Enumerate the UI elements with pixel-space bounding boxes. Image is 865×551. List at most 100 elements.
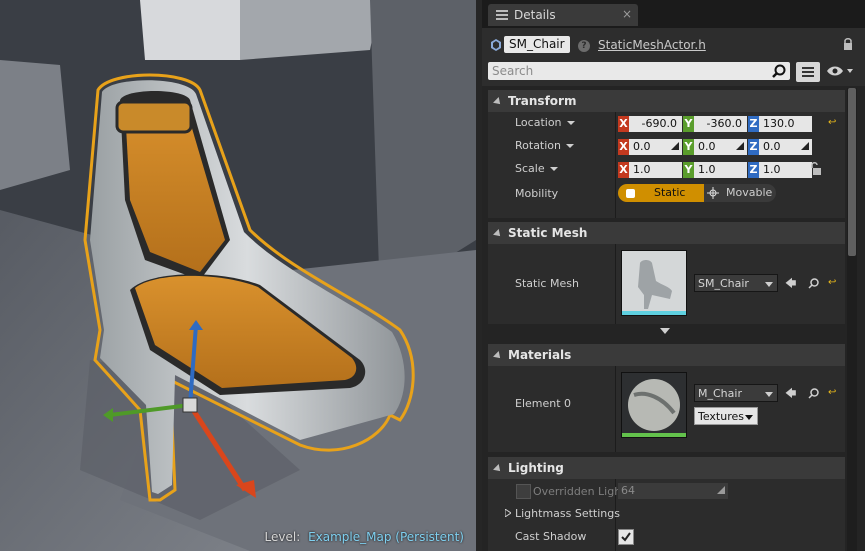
mobility-static-button[interactable]: Static <box>618 184 704 202</box>
checkmark-icon <box>621 532 631 542</box>
mobility-label: Mobility <box>515 187 559 200</box>
spin-icon <box>717 486 725 494</box>
cast-shadow-label: Cast Shadow <box>515 530 587 543</box>
scale-z-input[interactable]: 1.0 <box>759 162 812 178</box>
location-label-text: Location <box>515 116 562 129</box>
location-label[interactable]: Location <box>515 116 575 129</box>
dropdown-icon <box>566 121 575 125</box>
level-indicator: Level: Example_Map (Persistent) <box>265 530 464 544</box>
spin-icon <box>801 142 809 150</box>
scale-label[interactable]: Scale <box>515 162 558 175</box>
rotation-z-input[interactable]: 0.0 <box>759 139 812 155</box>
reset-to-default-icon[interactable]: ↩ <box>828 277 836 288</box>
details-scrollbar[interactable] <box>847 88 857 551</box>
collapse-arrow-icon <box>493 463 503 474</box>
tab-details[interactable]: Details × <box>488 4 638 26</box>
section-static-mesh[interactable]: Static Mesh <box>488 222 845 244</box>
mobility-movable-button[interactable]: Movable <box>704 184 776 202</box>
reset-to-default-icon[interactable]: ↩ <box>828 117 836 128</box>
cast-shadow-checkbox[interactable] <box>618 529 634 545</box>
unlock-icon[interactable] <box>810 162 822 176</box>
section-title: Static Mesh <box>508 226 588 240</box>
static-mesh-row: Static Mesh SM_Chair 🡄 ↩ <box>488 244 845 334</box>
expand-arrow-icon[interactable] <box>660 328 670 334</box>
lock-icon[interactable] <box>843 38 853 50</box>
browse-search-icon[interactable] <box>808 278 819 289</box>
static-icon <box>626 189 635 198</box>
viewport-scene[interactable] <box>0 0 476 551</box>
overridden-light-value: 64 <box>621 484 635 497</box>
material-combo[interactable]: M_Chair <box>694 384 778 402</box>
section-title: Materials <box>508 348 572 362</box>
textures-button[interactable]: Textures <box>694 407 758 425</box>
browse-search-icon[interactable] <box>808 388 819 399</box>
mobility-static-label: Static <box>654 186 686 199</box>
rotation-label[interactable]: Rotation <box>515 139 575 152</box>
rotation-x-value: 0.0 <box>633 140 651 153</box>
chair-thumbnail-icon <box>622 251 686 315</box>
reset-to-default-icon[interactable]: ↩ <box>828 387 836 398</box>
column-divider[interactable] <box>615 112 616 218</box>
level-label: Level: <box>264 530 301 544</box>
lightmass-settings-label[interactable]: Lightmass Settings <box>515 507 620 520</box>
search-icon[interactable] <box>772 64 786 78</box>
level-viewport[interactable]: Level: Example_Map (Persistent) <box>0 0 476 551</box>
static-mesh-thumbnail[interactable] <box>621 250 687 316</box>
dropdown-icon <box>566 144 575 148</box>
collapse-arrow-icon <box>493 350 503 361</box>
mobility-toggle: Static Movable <box>618 184 776 202</box>
location-x-input[interactable]: -690.0 <box>629 116 682 132</box>
section-lighting[interactable]: Lighting <box>488 457 845 479</box>
axis-y-label: Y <box>683 162 694 178</box>
chevron-down-icon <box>765 392 773 397</box>
element-0-label: Element 0 <box>515 397 572 410</box>
mobility-movable-label: Movable <box>726 186 773 199</box>
actor-name-field[interactable]: SM_Chair <box>504 36 570 53</box>
scrollbar-thumb[interactable] <box>848 88 856 256</box>
rotation-x-input[interactable]: 0.0 <box>629 139 682 155</box>
spin-icon <box>671 142 679 150</box>
eye-icon[interactable] <box>826 65 854 77</box>
view-options-button[interactable] <box>796 62 820 82</box>
axis-x-label: X <box>618 162 629 178</box>
tab-bar: Details × <box>482 0 865 28</box>
overridden-light-label: Overridden Ligh <box>533 485 622 498</box>
move-icon <box>707 187 719 199</box>
search-input[interactable]: Search <box>488 62 790 80</box>
expand-arrow-icon[interactable] <box>505 509 511 517</box>
overridden-light-checkbox[interactable] <box>516 484 531 499</box>
overridden-light-input[interactable]: 64 <box>618 483 728 499</box>
use-selected-arrow-icon[interactable]: 🡄 <box>785 275 796 294</box>
rotation-z-value: 0.0 <box>763 140 781 153</box>
use-selected-arrow-icon[interactable]: 🡄 <box>785 385 796 404</box>
rotation-y-input[interactable]: 0.0 <box>694 139 747 155</box>
column-divider[interactable] <box>615 244 616 324</box>
material-thumbnail[interactable] <box>621 372 687 438</box>
dropdown-icon <box>549 167 558 171</box>
axis-x-label: X <box>618 139 629 155</box>
section-transform[interactable]: Transform <box>488 90 845 112</box>
help-icon[interactable]: ? <box>578 40 590 52</box>
details-icon <box>496 10 508 20</box>
collapse-arrow-icon <box>493 228 503 239</box>
section-materials[interactable]: Materials <box>488 344 845 366</box>
search-placeholder: Search <box>492 64 534 78</box>
class-source-link[interactable]: StaticMeshActor.h <box>598 38 706 52</box>
scale-x-input[interactable]: 1.0 <box>629 162 682 178</box>
list-icon <box>802 67 814 77</box>
close-icon[interactable]: × <box>622 7 632 21</box>
axis-y-label: Y <box>683 116 694 132</box>
material-sphere-icon <box>622 373 686 437</box>
scale-y-input[interactable]: 1.0 <box>694 162 747 178</box>
location-z-input[interactable]: 130.0 <box>759 116 812 132</box>
level-map-name: Example_Map (Persistent) <box>308 530 464 544</box>
static-mesh-label: Static Mesh <box>515 277 579 290</box>
tab-details-label: Details <box>514 8 556 22</box>
section-title: Transform <box>508 94 577 108</box>
column-divider[interactable] <box>615 366 616 452</box>
section-title: Lighting <box>508 461 564 475</box>
location-y-input[interactable]: -360.0 <box>694 116 747 132</box>
static-mesh-combo[interactable]: SM_Chair <box>694 274 778 292</box>
materials-row: Element 0 M_Chair 🡄 ↩ Textures <box>488 366 845 452</box>
actor-icon <box>491 39 501 51</box>
